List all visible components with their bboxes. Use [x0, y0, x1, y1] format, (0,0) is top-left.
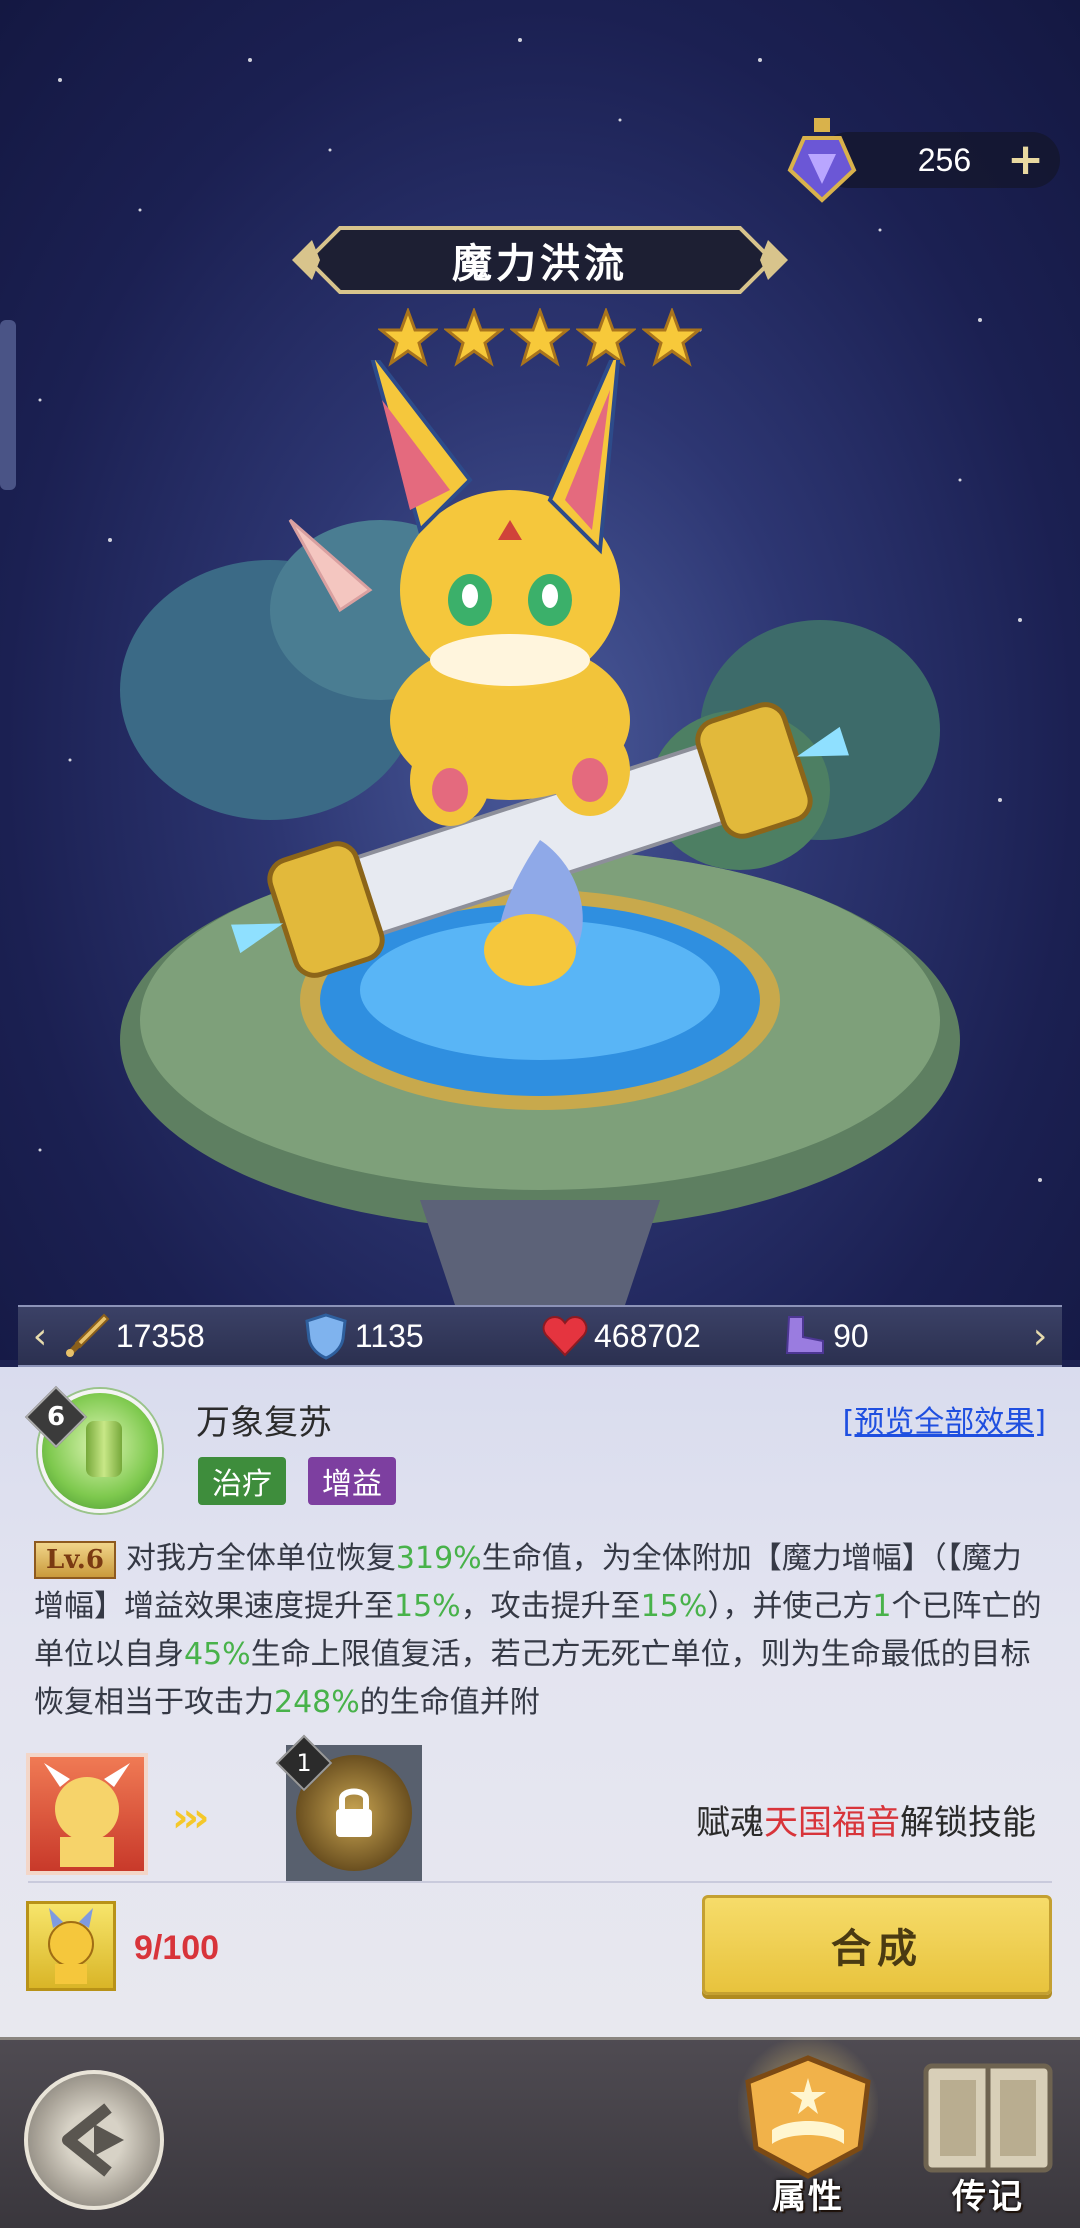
currency-amount: 256 [917, 141, 972, 178]
desc-text: ，攻击提升至 [460, 1589, 641, 1624]
desc-text: ），并使己方 [707, 1589, 873, 1624]
locked-skill-icon[interactable]: 1 [275, 1734, 422, 1881]
skill-lv-badge: Lv.6 [34, 1541, 116, 1579]
locked-skill-level-value: 1 [296, 1749, 312, 1777]
desc-text: 对我方全体单位恢复 [125, 1541, 396, 1576]
unlock-suffix: 解锁技能 [900, 1803, 1036, 1843]
skill-tag-buff: 增益 [308, 1457, 396, 1505]
next-hero-arrow[interactable]: › [1018, 1307, 1062, 1365]
skill-description: Lv.6 对我方全体单位恢复319%生命值，为全体附加【魔力增幅】（【魔力增幅】增… [34, 1535, 1044, 1731]
hero-scene: 256 + 魔力洪流 [0, 0, 1080, 1360]
tab-biography-label: 传记 [952, 2177, 1024, 2217]
tab-biography[interactable]: 传记 [908, 2052, 1068, 2222]
star-icon [642, 308, 702, 367]
desc-value: 15% [640, 1589, 708, 1624]
desc-value: 15% [394, 1589, 461, 1624]
star-icon [510, 308, 570, 367]
stat-speed: 90 [779, 1311, 1018, 1361]
hero-fragment-icon [48, 1908, 94, 1984]
add-currency-button[interactable]: + [1007, 138, 1044, 182]
desc-value: 248% [274, 1685, 360, 1720]
potion-currency[interactable]: 256 + [787, 118, 1060, 203]
desc-text: 的生命值并附 [359, 1685, 540, 1720]
bottom-nav-bar: 属性 传记 [0, 2032, 1080, 2228]
skill-name: 万象复苏 [196, 1403, 332, 1443]
desc-value: 1 [872, 1589, 892, 1624]
hero-stats-bar: ‹ 17358 1135 468702 90 › [18, 1305, 1062, 1367]
preview-all-effects-link[interactable]: [预览全部效果] [843, 1397, 1046, 1441]
desc-value: 45% [184, 1637, 251, 1672]
stat-attack-value: 17358 [115, 1317, 205, 1354]
fragment-icon[interactable] [26, 1901, 116, 1991]
star-icon [576, 308, 636, 367]
stat-health: 468702 [540, 1311, 779, 1361]
skill-emblem-icon [86, 1421, 122, 1477]
heart-icon [542, 1315, 588, 1357]
star-icon [378, 308, 438, 367]
back-button[interactable] [24, 2070, 164, 2210]
stat-defense: 1135 [301, 1311, 540, 1361]
attributes-emblem-icon [745, 2055, 871, 2179]
shield-icon [305, 1313, 347, 1360]
sword-icon [65, 1313, 110, 1357]
soul-hero-card[interactable] [26, 1753, 148, 1875]
unlock-soul-name: 天国福音 [764, 1803, 900, 1843]
skill-level-value: 6 [46, 1402, 66, 1432]
stat-defense-value: 1135 [354, 1317, 424, 1354]
compose-button[interactable]: 合成 [702, 1895, 1052, 1995]
unlock-hint: 赋魂天国福音解锁技能 [696, 1795, 1036, 1844]
stat-speed-value: 90 [833, 1317, 869, 1354]
tab-attributes-label: 属性 [772, 2177, 844, 2217]
hero-name: 魔力洪流 [452, 241, 628, 287]
prev-hero-arrow[interactable]: ‹ [18, 1307, 62, 1365]
boot-icon [786, 1316, 825, 1354]
desc-value: 319% [395, 1541, 482, 1576]
hero-portrait-icon [44, 1763, 130, 1867]
book-icon [923, 2063, 1053, 2173]
hero-name-banner: 魔力洪流 [290, 218, 790, 302]
tab-attributes[interactable]: 属性 [728, 2032, 888, 2222]
back-arrow-icon [62, 2103, 124, 2177]
unlock-prefix: 赋魂 [696, 1803, 764, 1843]
chevron-right-icon: ››› [172, 1795, 210, 1841]
skill-panel: 6 万象复苏 [预览全部效果] 治疗 增益 Lv.6 对我方全体单位恢复319%生… [0, 1367, 1080, 2037]
hero-pet-illustration [120, 360, 960, 1320]
divider [28, 1881, 1052, 1883]
star-icon [444, 308, 504, 367]
stat-health-value: 468702 [593, 1317, 701, 1354]
fragment-count: 9/100 [134, 1929, 220, 1967]
potion-icon [787, 118, 857, 203]
skill-tag-heal: 治疗 [198, 1457, 286, 1505]
stat-attack: 17358 [62, 1311, 301, 1361]
